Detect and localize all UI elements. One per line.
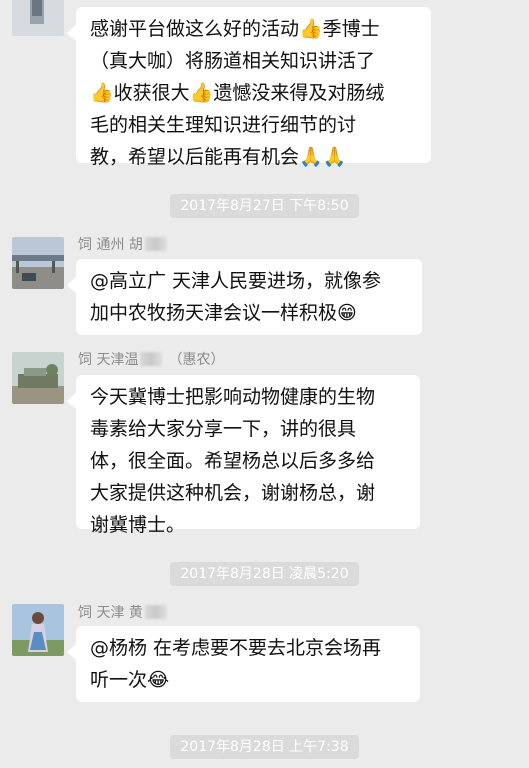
- avatar[interactable]: [12, 352, 64, 404]
- timestamp: 2017年8月27日 下午8:50: [170, 194, 359, 218]
- chat-thread[interactable]: 感谢平台做这么好的活动👍季博士 （真大咖）将肠道相关知识讲活了 👍收获很大👍遗憾…: [0, 0, 529, 768]
- sender-name: 饲 通州 胡: [78, 235, 167, 255]
- avatar[interactable]: [12, 237, 64, 289]
- timestamp: 2017年8月28日 上午7:38: [170, 735, 359, 759]
- redaction-blur: [140, 352, 163, 366]
- timestamp: 2017年8月28日 凌晨5:20: [170, 562, 359, 586]
- sender-name: 饲 天津 黄: [78, 603, 167, 623]
- redaction-blur: [144, 237, 167, 251]
- message-bubble[interactable]: 今天冀博士把影响动物健康的生物 毒素给大家分享一下，讲的很具 体，很全面。希望杨…: [67, 375, 420, 536]
- avatar[interactable]: [12, 604, 64, 656]
- avatar[interactable]: [12, 0, 64, 36]
- message-bubble[interactable]: @杨杨 在考虑要不要去北京会场再 听一次😂: [67, 626, 420, 702]
- message-bubble[interactable]: 感谢平台做这么好的活动👍季博士 （真大咖）将肠道相关知识讲活了 👍收获很大👍遗憾…: [67, 7, 431, 168]
- message-bubble[interactable]: @高立广 天津人民要进场，就像参 加中农牧扬天津会议一样积极😁: [67, 259, 422, 335]
- sender-name: 饲 天津温 （惠农）: [78, 352, 225, 368]
- redaction-blur: [144, 605, 167, 619]
